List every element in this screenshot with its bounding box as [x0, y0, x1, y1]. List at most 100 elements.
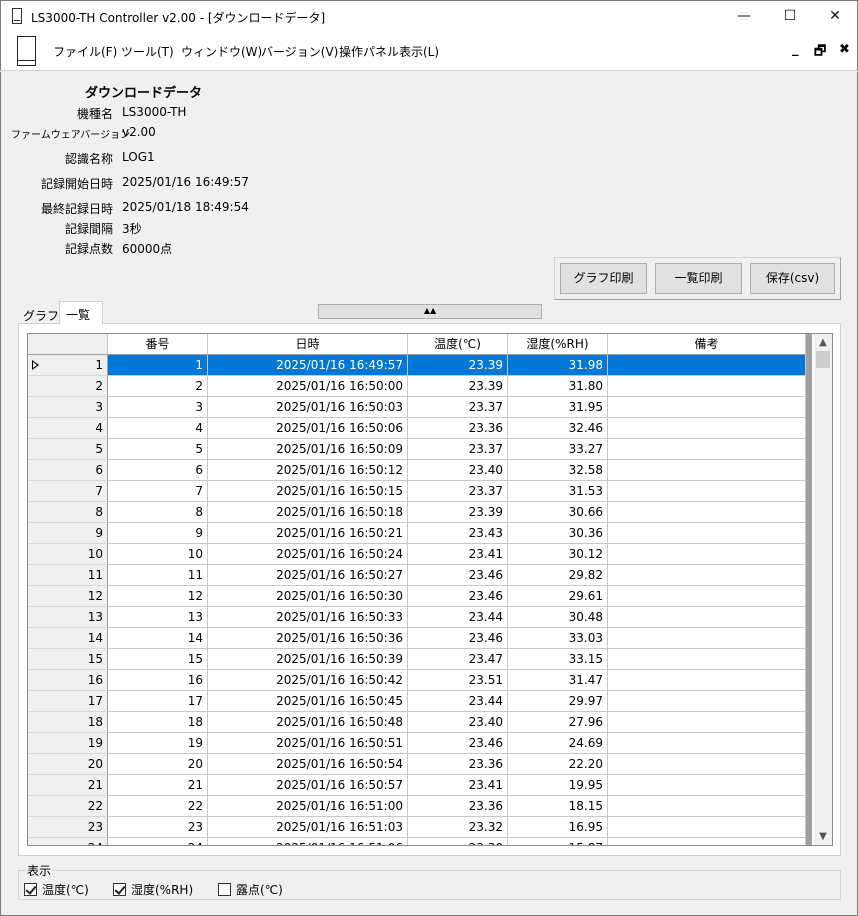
cell-datetime[interactable]: 2025/01/16 16:50:03	[208, 397, 408, 418]
table-row[interactable]: 9 9 2025/01/16 16:50:21 23.43 30.36	[28, 523, 806, 544]
cell-datetime[interactable]: 2025/01/16 16:50:30	[208, 586, 408, 607]
cell-number[interactable]: 10	[108, 544, 208, 565]
cell-remarks[interactable]	[608, 397, 806, 418]
cell-number[interactable]: 13	[108, 607, 208, 628]
cell-datetime[interactable]: 2025/01/16 16:50:51	[208, 733, 408, 754]
cell-humidity[interactable]: 32.46	[508, 418, 608, 439]
cell-datetime[interactable]: 2025/01/16 16:50:09	[208, 439, 408, 460]
cell-datetime[interactable]: 2025/01/16 16:50:33	[208, 607, 408, 628]
cell-remarks[interactable]	[608, 439, 806, 460]
table-row[interactable]: 24242025/01/16 16:51:0623.3015.87	[28, 838, 806, 845]
cell-datetime[interactable]: 2025/01/16 16:51:03	[208, 817, 408, 838]
table-row[interactable]: 21 21 2025/01/16 16:50:57 23.41 19.95	[28, 775, 806, 796]
cell-number[interactable]: 18	[108, 712, 208, 733]
cell-humidity[interactable]: 33.27	[508, 439, 608, 460]
cell-number[interactable]: 14	[108, 628, 208, 649]
cell-humidity[interactable]: 31.47	[508, 670, 608, 691]
cell-datetime[interactable]: 2025/01/16 16:50:45	[208, 691, 408, 712]
cell-datetime[interactable]: 2025/01/16 16:50:48	[208, 712, 408, 733]
table-row[interactable]: 1 1 2025/01/16 16:49:57 23.39 31.98	[28, 355, 806, 376]
scroll-down-icon[interactable]: ▼	[814, 828, 832, 845]
cell-temperature[interactable]: 23.46	[408, 565, 508, 586]
cell-remarks[interactable]	[608, 502, 806, 523]
column-header-number[interactable]: 番号	[108, 334, 208, 355]
cell-remarks[interactable]	[608, 817, 806, 838]
cell-temperature[interactable]: 23.39	[408, 355, 508, 376]
row-header[interactable]: 18	[28, 712, 108, 733]
cell-number[interactable]: 1	[108, 355, 208, 376]
cell-number[interactable]: 8	[108, 502, 208, 523]
cell-temperature[interactable]: 23.39	[408, 376, 508, 397]
cell-temperature[interactable]: 23.46	[408, 628, 508, 649]
cell-datetime[interactable]: 2025/01/16 16:50:00	[208, 376, 408, 397]
cell-remarks[interactable]	[608, 523, 806, 544]
cell-humidity[interactable]: 22.20	[508, 754, 608, 775]
cell-humidity[interactable]: 31.95	[508, 397, 608, 418]
cell-humidity[interactable]: 30.12	[508, 544, 608, 565]
column-header-temperature[interactable]: 温度(℃)	[408, 334, 508, 355]
table-row[interactable]: 12 12 2025/01/16 16:50:30 23.46 29.61	[28, 586, 806, 607]
cell-temperature[interactable]: 23.43	[408, 523, 508, 544]
cell-remarks[interactable]	[608, 355, 806, 376]
cell-humidity[interactable]: 30.66	[508, 502, 608, 523]
tab-list[interactable]: 一覧	[59, 301, 103, 324]
cell-datetime[interactable]: 2025/01/16 16:50:36	[208, 628, 408, 649]
cell-datetime[interactable]: 2025/01/16 16:50:24	[208, 544, 408, 565]
row-header[interactable]: 2	[28, 376, 108, 397]
cell-number[interactable]: 7	[108, 481, 208, 502]
cell-remarks[interactable]	[608, 838, 806, 845]
cell-humidity[interactable]: 30.48	[508, 607, 608, 628]
cell-humidity[interactable]: 29.97	[508, 691, 608, 712]
cell-temperature[interactable]: 23.32	[408, 817, 508, 838]
cell-remarks[interactable]	[608, 376, 806, 397]
row-header[interactable]: 3	[28, 397, 108, 418]
cell-datetime[interactable]: 2025/01/16 16:50:18	[208, 502, 408, 523]
cell-datetime[interactable]: 2025/01/16 16:50:27	[208, 565, 408, 586]
cell-number[interactable]: 15	[108, 649, 208, 670]
menu-operation-panel[interactable]: 操作パネル表示(L)	[339, 43, 439, 60]
cell-datetime[interactable]: 2025/01/16 16:51:00	[208, 796, 408, 817]
cell-humidity[interactable]: 16.95	[508, 817, 608, 838]
cell-humidity[interactable]: 15.87	[508, 838, 608, 845]
show-dewpoint-checkbox[interactable]: 露点(℃)	[218, 881, 283, 898]
table-row[interactable]: 18 18 2025/01/16 16:50:48 23.40 27.96	[28, 712, 806, 733]
column-header-humidity[interactable]: 湿度(%RH)	[508, 334, 608, 355]
cell-humidity[interactable]: 29.61	[508, 586, 608, 607]
cell-number[interactable]: 20	[108, 754, 208, 775]
table-row[interactable]: 20 20 2025/01/16 16:50:54 23.36 22.20	[28, 754, 806, 775]
cell-humidity[interactable]: 24.69	[508, 733, 608, 754]
table-row[interactable]: 23 23 2025/01/16 16:51:03 23.32 16.95	[28, 817, 806, 838]
menu-tools[interactable]: ツール(T)	[121, 43, 174, 60]
cell-humidity[interactable]: 29.82	[508, 565, 608, 586]
save-csv-button[interactable]: 保存(csv)	[750, 263, 835, 294]
menu-version[interactable]: バージョン(V)	[261, 43, 338, 60]
cell-datetime[interactable]: 2025/01/16 16:50:42	[208, 670, 408, 691]
table-row[interactable]: 13 13 2025/01/16 16:50:33 23.44 30.48	[28, 607, 806, 628]
cell-temperature[interactable]: 23.51	[408, 670, 508, 691]
row-header[interactable]: 10	[28, 544, 108, 565]
menu-file[interactable]: ファイル(F)	[53, 43, 117, 60]
table-row[interactable]: 7 7 2025/01/16 16:50:15 23.37 31.53	[28, 481, 806, 502]
row-header[interactable]: 21	[28, 775, 108, 796]
cell-temperature[interactable]: 23.30	[408, 838, 508, 845]
collapse-splitter-button[interactable]: ▲▲	[318, 304, 542, 319]
mdi-close-button[interactable]: ✖	[839, 42, 850, 57]
cell-temperature[interactable]: 23.46	[408, 586, 508, 607]
cell-temperature[interactable]: 23.47	[408, 649, 508, 670]
cell-remarks[interactable]	[608, 460, 806, 481]
row-header[interactable]: 6	[28, 460, 108, 481]
cell-number[interactable]: 5	[108, 439, 208, 460]
cell-remarks[interactable]	[608, 775, 806, 796]
cell-number[interactable]: 24	[108, 838, 208, 845]
table-row[interactable]: 15 15 2025/01/16 16:50:39 23.47 33.15	[28, 649, 806, 670]
cell-datetime[interactable]: 2025/01/16 16:49:57	[208, 355, 408, 376]
cell-humidity[interactable]: 33.03	[508, 628, 608, 649]
row-header[interactable]: 19	[28, 733, 108, 754]
row-header[interactable]: 16	[28, 670, 108, 691]
cell-remarks[interactable]	[608, 733, 806, 754]
mdi-restore-button[interactable]: 🗗	[814, 42, 826, 64]
cell-datetime[interactable]: 2025/01/16 16:50:54	[208, 754, 408, 775]
column-header-remarks[interactable]: 備考	[608, 334, 806, 355]
table-row[interactable]: 17 17 2025/01/16 16:50:45 23.44 29.97	[28, 691, 806, 712]
humidity-checkbox-box[interactable]	[113, 883, 126, 896]
